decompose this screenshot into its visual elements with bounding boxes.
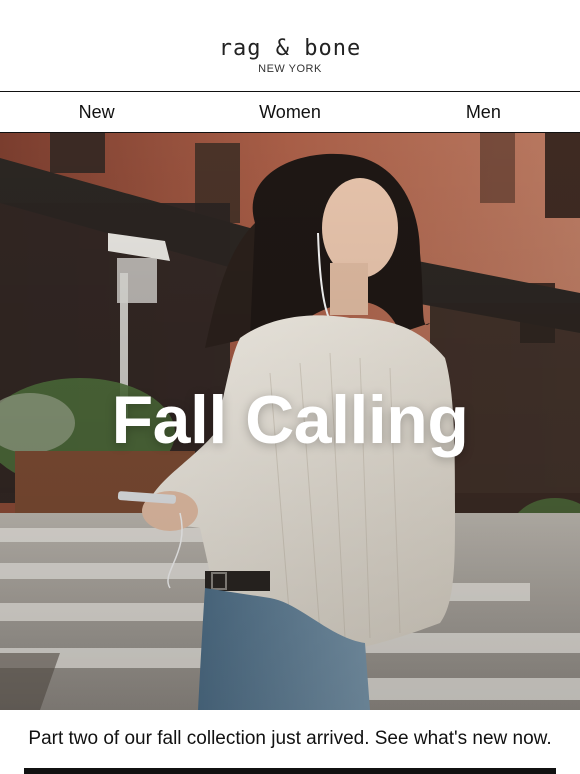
category-nav: New Women Men [0, 91, 580, 133]
email-header: rag & bone NEW YORK [0, 0, 580, 91]
nav-item-men[interactable]: Men [387, 102, 580, 123]
shop-now-button[interactable] [24, 768, 556, 774]
hero-title: Fall Calling [111, 382, 469, 458]
nav-item-women[interactable]: Women [193, 102, 386, 123]
hero-banner[interactable]: Fall Calling [0, 133, 580, 710]
hero-tagline: Part two of our fall collection just arr… [28, 728, 552, 749]
brand-logo[interactable]: rag & bone [219, 36, 361, 61]
nav-item-new[interactable]: New [0, 102, 193, 123]
brand-sublogo: NEW YORK [258, 63, 322, 75]
